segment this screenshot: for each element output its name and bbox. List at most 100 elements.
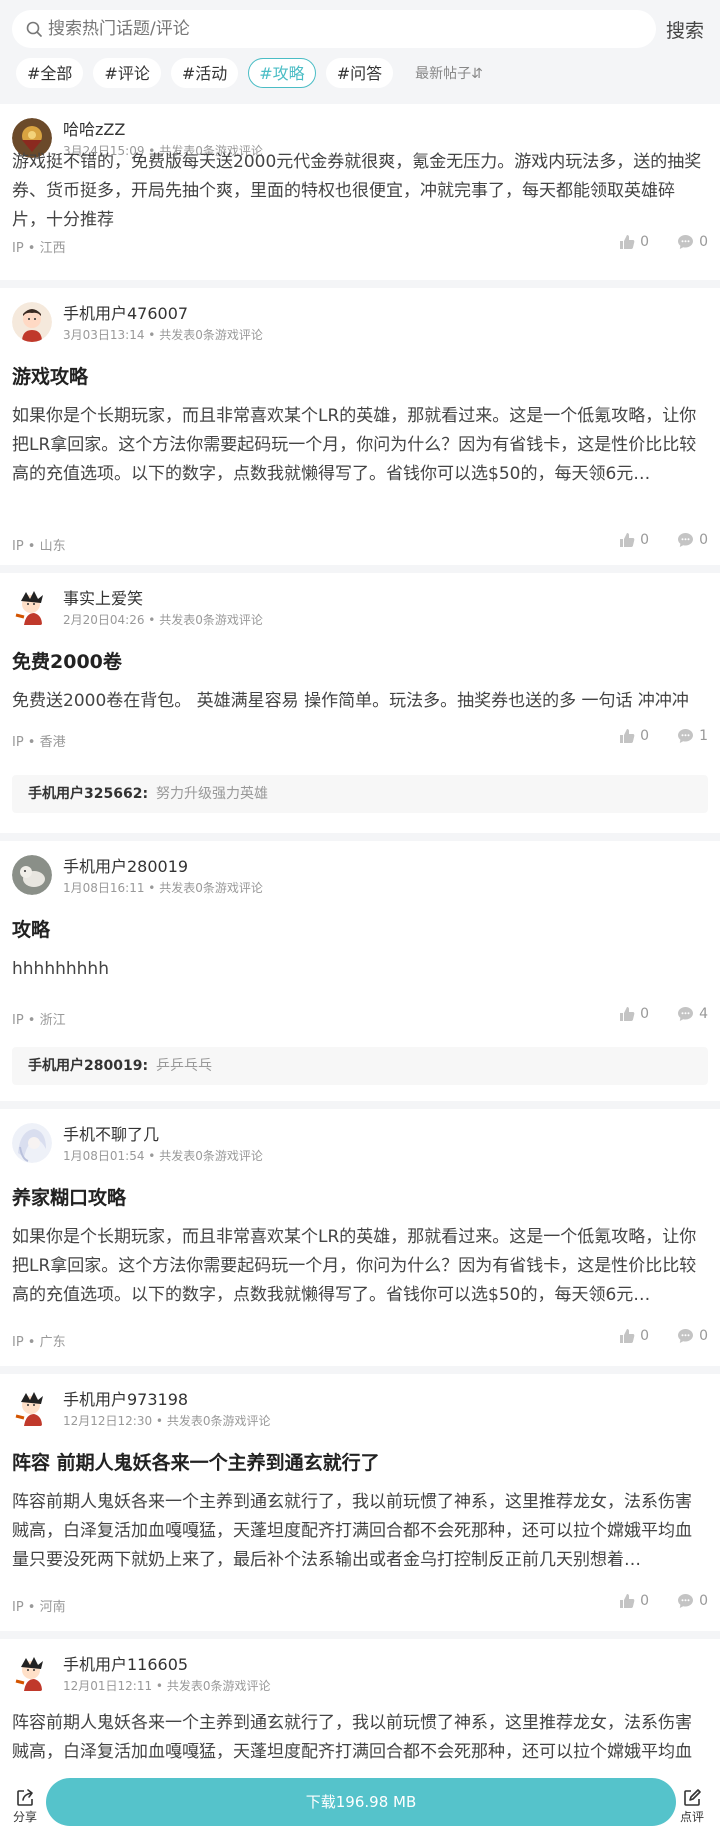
comment-icon [678, 1329, 694, 1343]
tab-qa[interactable]: #问答 [325, 58, 394, 88]
comment-icon [678, 235, 694, 249]
comment-count: 4 [699, 1006, 708, 1022]
username[interactable]: 手机用户280019 [63, 853, 188, 877]
search-box[interactable] [12, 10, 656, 48]
reply-text: 乒乒乓乓 [156, 1058, 213, 1074]
post-title[interactable]: 游戏攻略 [12, 362, 88, 389]
post-stats: 0 4 [591, 1006, 708, 1022]
like-button[interactable]: 0 [619, 234, 649, 250]
comment-count: 0 [699, 1328, 708, 1344]
post-content[interactable]: 如果你是个长期玩家，而且非常喜欢某个LR的英雄，那就看过来。这是一个低氪攻略，让… [12, 402, 708, 489]
comment-icon [678, 729, 694, 743]
post-card[interactable]: 手机用户973198 12月12日12:30 • 共发表0条游戏评论 阵容 前期… [0, 1374, 720, 1631]
tab-all[interactable]: #全部 [16, 58, 84, 88]
username[interactable]: 手机用户973198 [63, 1386, 188, 1410]
post-content[interactable]: 阵容前期人鬼妖各来一个主养到通玄就行了，我以前玩惯了神系，这里推荐龙女，法系伤害… [12, 1488, 708, 1575]
search-input[interactable] [48, 19, 608, 39]
post-divider [0, 1366, 720, 1374]
post-title[interactable]: 养家糊口攻略 [12, 1183, 126, 1210]
username[interactable]: 手机用户116605 [63, 1651, 188, 1675]
ip-location: IP • 河南 [12, 1600, 66, 1615]
post-stats: 0 1 [591, 728, 708, 744]
post-divider [0, 280, 720, 288]
reply-preview[interactable]: 手机用户325662: 努力升级强力英雄 [12, 775, 708, 813]
post-meta: 1月08日01:54 • 共发表0条游戏评论 [63, 1149, 263, 1163]
reply-username[interactable]: 手机用户325662: [28, 786, 148, 802]
ip-location: IP • 浙江 [12, 1013, 66, 1028]
like-button[interactable]: 0 [619, 1006, 649, 1022]
comment-icon [678, 533, 694, 547]
thumbs-up-icon [620, 235, 635, 249]
like-button[interactable]: 0 [619, 1328, 649, 1344]
sort-dropdown[interactable]: 最新帖子⇵ [415, 63, 483, 83]
tab-events[interactable]: #活动 [170, 58, 239, 88]
post-meta: 12月01日12:11 • 共发表0条游戏评论 [63, 1679, 271, 1693]
username[interactable]: 哈哈zZZ [63, 116, 125, 140]
avatar[interactable] [12, 1123, 52, 1163]
download-button[interactable]: 下载196.98 MB [46, 1778, 676, 1826]
share-button[interactable]: 分享 [13, 1788, 37, 1825]
avatar[interactable] [12, 587, 52, 627]
post-card[interactable]: 事实上爱笑 2月20日04:26 • 共发表0条游戏评论 免费2000卷 免费送… [0, 573, 720, 833]
top-bar: 搜索 #全部 #评论 #活动 #攻略 #问答 最新帖子⇵ [0, 0, 720, 104]
review-button[interactable]: 点评 [680, 1788, 704, 1825]
post-meta: 12月12日12:30 • 共发表0条游戏评论 [63, 1414, 271, 1428]
avatar[interactable] [12, 855, 52, 895]
like-count: 0 [640, 234, 650, 250]
post-content[interactable]: 免费送2000卷在背包。 英雄满星容易 操作简单。玩法多。抽奖券也送的多 一句话… [12, 687, 708, 716]
username[interactable]: 事实上爱笑 [63, 585, 143, 609]
post-divider [0, 565, 720, 573]
comment-icon [678, 1594, 694, 1608]
post-title[interactable]: 阵容 前期人鬼妖各来一个主养到通玄就行了 [12, 1448, 380, 1475]
comment-count: 0 [699, 1593, 708, 1609]
post-title[interactable]: 攻略 [12, 915, 50, 942]
post-content[interactable]: 阵容前期人鬼妖各来一个主养到通玄就行了，我以前玩惯了神系，这里推荐龙女，法系伤害… [12, 1709, 708, 1770]
post-card[interactable]: 哈哈zZZ 3月24日15:09 • 共发表0条游戏评论 游戏挺不错的，免费版每… [0, 104, 720, 280]
like-count: 0 [640, 728, 650, 744]
username[interactable]: 手机不聊了几 [63, 1121, 159, 1145]
review-label: 点评 [680, 1810, 705, 1824]
ip-location: IP • 广东 [12, 1335, 66, 1350]
share-label: 分享 [13, 1810, 38, 1824]
comment-button[interactable]: 0 [677, 234, 708, 250]
post-stats: 0 0 [591, 234, 708, 250]
reply-username[interactable]: 手机用户280019: [28, 1058, 148, 1074]
thumbs-up-icon [620, 1007, 635, 1021]
post-content[interactable]: 如果你是个长期玩家，而且非常喜欢某个LR的英雄，那就看过来。这是一个低氪攻略，让… [12, 1223, 708, 1310]
avatar[interactable] [12, 302, 52, 342]
comment-button[interactable]: 1 [677, 728, 708, 744]
ip-location: IP • 山东 [12, 539, 66, 554]
post-card[interactable]: 手机用户116605 12月01日12:11 • 共发表0条游戏评论 阵容前期人… [0, 1639, 720, 1770]
post-meta: 3月03日13:14 • 共发表0条游戏评论 [63, 328, 263, 342]
post-title[interactable]: 免费2000卷 [12, 647, 122, 674]
category-tabs: #全部 #评论 #活动 #攻略 #问答 最新帖子⇵ [16, 58, 483, 88]
reply-text: 努力升级强力英雄 [156, 786, 269, 802]
username[interactable]: 手机用户476007 [63, 300, 188, 324]
post-content[interactable]: hhhhhhhhh [12, 955, 708, 984]
reply-preview[interactable]: 手机用户280019: 乒乒乓乓 [12, 1047, 708, 1085]
comment-button[interactable]: 0 [677, 1593, 708, 1609]
post-stats: 0 0 [591, 532, 708, 548]
avatar[interactable] [12, 1388, 52, 1428]
like-count: 0 [640, 1328, 650, 1344]
like-count: 0 [640, 1006, 650, 1022]
post-content[interactable]: 游戏挺不错的，免费版每天送2000元代金券就很爽，氪金无压力。游戏内玩法多，送的… [12, 148, 708, 235]
search-button[interactable]: 搜索 [666, 16, 704, 43]
comment-button[interactable]: 0 [677, 1328, 708, 1344]
like-button[interactable]: 0 [619, 532, 649, 548]
post-divider [0, 833, 720, 841]
like-button[interactable]: 0 [619, 1593, 649, 1609]
search-icon [26, 21, 42, 37]
comment-icon [678, 1007, 694, 1021]
post-card[interactable]: 手机用户280019 1月08日16:11 • 共发表0条游戏评论 攻略 hhh… [0, 841, 720, 1101]
avatar[interactable] [12, 1653, 52, 1693]
thumbs-up-icon [620, 1594, 635, 1608]
comment-button[interactable]: 0 [677, 532, 708, 548]
post-card[interactable]: 手机不聊了几 1月08日01:54 • 共发表0条游戏评论 养家糊口攻略 如果你… [0, 1109, 720, 1366]
like-count: 0 [640, 532, 650, 548]
post-card[interactable]: 手机用户476007 3月03日13:14 • 共发表0条游戏评论 游戏攻略 如… [0, 288, 720, 565]
tab-guides[interactable]: #攻略 [248, 58, 316, 88]
like-button[interactable]: 0 [619, 728, 649, 744]
tab-comments[interactable]: #评论 [93, 58, 161, 88]
comment-button[interactable]: 4 [677, 1006, 708, 1022]
